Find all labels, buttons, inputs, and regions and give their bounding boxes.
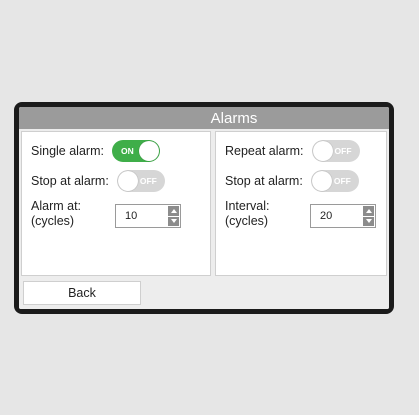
chevron-down-icon: [170, 219, 177, 224]
decrement-button[interactable]: [363, 216, 374, 226]
interval-label-line1: Interval:: [225, 199, 270, 213]
chevron-down-icon: [365, 219, 372, 224]
toggle-knob: [311, 171, 332, 191]
left-panel: Single alarm: ON Stop at alarm: OFF Alar…: [21, 131, 211, 276]
toggle-state-label: OFF: [333, 176, 351, 186]
increment-button[interactable]: [363, 206, 374, 216]
alarm-at-label: Alarm at: (cycles): [31, 199, 81, 229]
single-alarm-toggle[interactable]: ON: [111, 140, 160, 162]
toggle-state-label: OFF: [139, 176, 157, 186]
toggle-knob: [117, 171, 138, 191]
stop-at-alarm-label-right: Stop at alarm:: [225, 174, 303, 188]
alarm-at-spinner[interactable]: 10: [115, 204, 181, 228]
toggle-state-label: ON: [120, 146, 134, 156]
alarm-at-value[interactable]: 10: [116, 205, 168, 227]
right-panel: Repeat alarm: OFF Stop at alarm: OFF Int…: [215, 131, 387, 276]
single-alarm-row: Single alarm: ON: [31, 140, 160, 162]
back-button[interactable]: Back: [23, 281, 141, 305]
increment-button[interactable]: [168, 206, 179, 216]
alarm-at-label-line2: (cycles): [31, 214, 75, 228]
stop-at-alarm-row-left: Stop at alarm: OFF: [31, 170, 165, 192]
stop-at-alarm-toggle-left[interactable]: OFF: [116, 170, 165, 192]
spinner-buttons: [363, 205, 375, 227]
repeat-alarm-row: Repeat alarm: OFF: [225, 140, 360, 162]
chevron-up-icon: [365, 208, 372, 213]
interval-value[interactable]: 20: [311, 205, 363, 227]
alarms-dialog: Alarms Single alarm: ON Stop at alarm: O…: [19, 107, 389, 309]
dialog-title: Alarms: [19, 107, 389, 129]
footer-bar: Back: [19, 279, 389, 309]
toggle-state-label: OFF: [334, 146, 352, 156]
single-alarm-label: Single alarm:: [31, 144, 104, 158]
interval-spinner[interactable]: 20: [310, 204, 376, 228]
interval-label: Interval: (cycles): [225, 199, 269, 229]
repeat-alarm-toggle[interactable]: OFF: [311, 140, 360, 162]
chevron-up-icon: [170, 208, 177, 213]
alarm-at-label-line1: Alarm at:: [31, 199, 82, 213]
interval-label-line2: (cycles): [225, 214, 269, 228]
toggle-knob: [138, 141, 159, 161]
repeat-alarm-label: Repeat alarm:: [225, 144, 304, 158]
device-screen: Alarms Single alarm: ON Stop at alarm: O…: [14, 102, 394, 314]
stop-at-alarm-label-left: Stop at alarm:: [31, 174, 109, 188]
decrement-button[interactable]: [168, 216, 179, 226]
toggle-knob: [312, 141, 333, 161]
stop-at-alarm-toggle-right[interactable]: OFF: [310, 170, 359, 192]
spinner-buttons: [168, 205, 180, 227]
stop-at-alarm-row-right: Stop at alarm: OFF: [225, 170, 359, 192]
